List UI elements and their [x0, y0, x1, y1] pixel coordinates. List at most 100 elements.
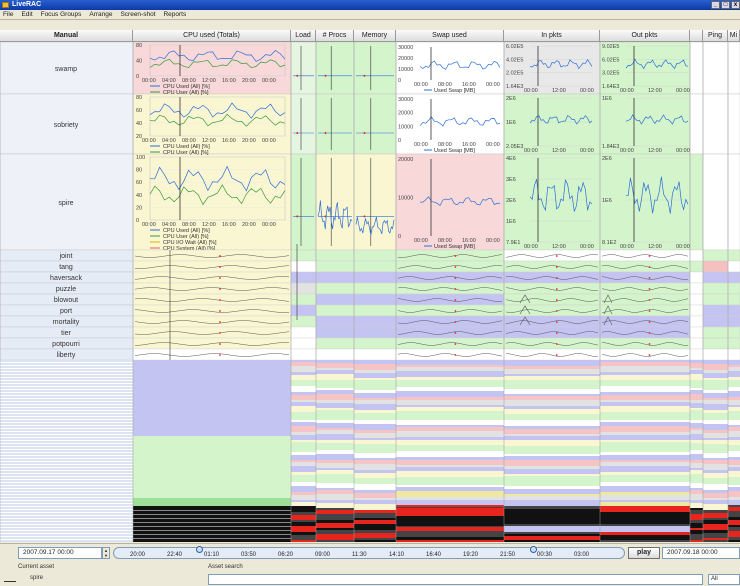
- menu-bar: File Edit Focus Groups Arrange Screen-sh…: [0, 10, 740, 20]
- column-header-manual[interactable]: Manual: [0, 30, 133, 42]
- overview-cell: [316, 448, 354, 450]
- matrix-cell: [353, 260, 397, 273]
- overview-cell: [728, 505, 740, 507]
- in-pkts-y-tick: 2.05E3: [506, 144, 523, 150]
- overview-cell: [316, 500, 354, 503]
- overview-cell: [703, 458, 728, 460]
- overview-cell: [354, 378, 396, 380]
- matrix-cell: [290, 293, 317, 306]
- overview-cell: [291, 435, 316, 440]
- menu-file[interactable]: File: [0, 10, 16, 20]
- column-header-ping[interactable]: Ping: [703, 30, 728, 42]
- overview-cell: [291, 522, 316, 526]
- overview-label-stripe: [0, 411, 133, 413]
- matrix-cell: [599, 348, 691, 361]
- overview-cell: [703, 398, 728, 400]
- matrix-cell: [353, 326, 397, 339]
- overview-stripe: [133, 518, 291, 519]
- event-dot: [648, 277, 651, 279]
- overview-cell: [316, 400, 354, 403]
- end-date-field[interactable]: 2007.09.18 00:00: [662, 547, 740, 559]
- matrix-view[interactable]: swampsobrietyspire8040000:00 04:00 08:00 12…: [0, 42, 740, 542]
- overview-cell: [728, 537, 740, 540]
- column-header-procs[interactable]: # Procs: [316, 30, 354, 42]
- in-pkts-x-tick: 00:00: [524, 88, 538, 94]
- play-button[interactable]: play: [628, 547, 660, 559]
- column-header-out-pkts[interactable]: Out pkts: [600, 30, 690, 42]
- matrix-cell: [599, 315, 691, 328]
- overview-cell: [504, 440, 600, 446]
- menu-reports[interactable]: Reports: [160, 10, 189, 20]
- event-dot: [219, 354, 221, 356]
- overview-cell: [396, 371, 504, 377]
- row-label-port: port: [60, 308, 72, 315]
- matrix-cell: [599, 260, 691, 273]
- overview-cell: [354, 380, 396, 384]
- out-pkts-x-tick: 00:00: [676, 244, 690, 250]
- in-pkts-y-tick: 6.02E5: [506, 44, 523, 50]
- column-header-extra[interactable]: Mi: [728, 30, 740, 42]
- overview-cell: [690, 420, 703, 423]
- overview-cell: [291, 412, 316, 415]
- maximize-button[interactable]: □: [721, 1, 730, 9]
- overview-cell: [504, 376, 600, 380]
- in-pkts-y-tick: 2E6: [506, 96, 516, 102]
- out-pkts-x-tick: 00:00: [676, 88, 690, 94]
- close-button[interactable]: x: [731, 1, 740, 9]
- matrix-cell: [702, 93, 729, 155]
- column-header-in-pkts[interactable]: In pkts: [504, 30, 600, 42]
- range-start-handle[interactable]: [196, 546, 203, 553]
- event-dot: [219, 343, 221, 345]
- overview-cell: [354, 430, 396, 433]
- out-pkts-x-tick: 00:00: [620, 148, 634, 154]
- overview-cell: [316, 523, 354, 528]
- overview-label-stripe: [0, 387, 133, 389]
- menu-screenshot[interactable]: Screen-shot: [117, 10, 158, 20]
- overview-cell: [291, 446, 316, 452]
- overview-cell: [354, 510, 396, 513]
- overview-cell: [703, 404, 728, 410]
- row-label-joint: joint: [59, 253, 73, 260]
- overview-cell: [690, 374, 703, 380]
- menu-arrange[interactable]: Arrange: [86, 10, 115, 20]
- overview-cell: [396, 465, 504, 467]
- asset-filter-select[interactable]: All: [708, 574, 740, 585]
- menu-focus-groups[interactable]: Focus Groups: [38, 10, 85, 20]
- event-dot: [219, 321, 221, 323]
- range-end-handle[interactable]: [530, 546, 537, 553]
- overview-cell: [728, 460, 740, 465]
- column-header-narrow[interactable]: [690, 30, 703, 42]
- overview-cell: [728, 540, 740, 542]
- column-header-swap[interactable]: Swap used: [396, 30, 504, 42]
- overview-cell: [396, 527, 504, 531]
- matrix-cell: [689, 293, 704, 306]
- overview-cell: [703, 370, 728, 373]
- overview-cell: [354, 480, 396, 484]
- overview-label-stripe: [0, 393, 133, 395]
- start-date-spinner[interactable]: ▲ ▼: [102, 547, 110, 559]
- overview-cell: [504, 454, 600, 456]
- overview-cell: [354, 418, 396, 420]
- minimize-button[interactable]: _: [711, 1, 720, 9]
- start-date-field[interactable]: 2007.09.17 00:00: [18, 547, 102, 559]
- time-range-slider[interactable]: 20:00 22:40 01:10 03:50 06:20 09:00 11:30 14:10…: [113, 546, 625, 559]
- overview-cell: [703, 440, 728, 444]
- overview-cell: [504, 540, 600, 542]
- overview-cell: [396, 367, 504, 371]
- event-dot: [296, 215, 299, 218]
- in-pkts-x-tick: 00:00: [524, 148, 538, 154]
- menu-edit[interactable]: Edit: [18, 10, 35, 20]
- timeline-tick-label: 22:40: [167, 552, 183, 558]
- asset-search-input[interactable]: [208, 574, 703, 585]
- column-header-cpu[interactable]: CPU used (Totals): [133, 30, 291, 42]
- column-header-load[interactable]: Load: [291, 30, 316, 42]
- timeline-bar: 2007.09.17 00:00 ▲ ▼ 20:00 22:40 01:10 03:50…: [0, 543, 740, 561]
- overview-label-stripe: [0, 417, 133, 419]
- matrix-cell: [727, 304, 740, 317]
- overview-cell: [600, 475, 690, 480]
- overview-cell: [354, 420, 396, 424]
- overview-cell: [291, 466, 316, 472]
- matrix-cell: [689, 282, 704, 295]
- column-header-memory[interactable]: Memory: [354, 30, 396, 42]
- overview-cell: [703, 470, 728, 473]
